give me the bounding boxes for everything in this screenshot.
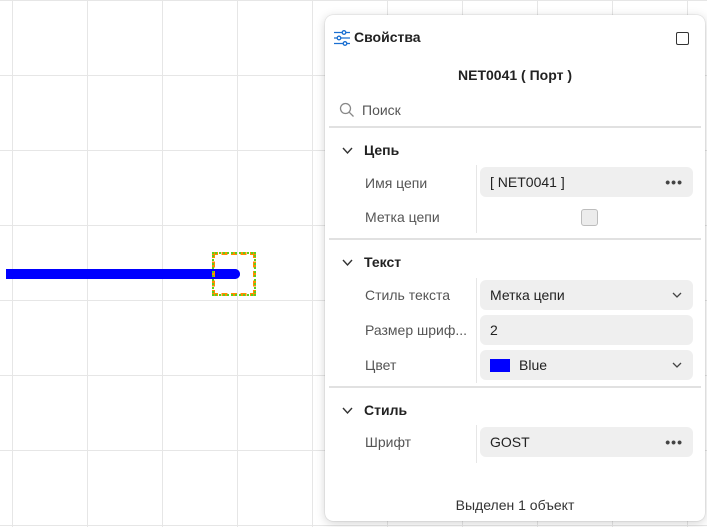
divider [329, 126, 701, 128]
selected-port[interactable] [212, 252, 256, 296]
chevron-down-icon [342, 407, 353, 414]
font-size-input[interactable]: 2 [480, 315, 693, 345]
maximize-icon[interactable] [676, 32, 689, 45]
panel-header: Свойства [325, 15, 705, 61]
text-style-label: Стиль текста [365, 287, 451, 303]
color-swatch [490, 358, 510, 372]
text-style-select[interactable]: Метка цепи [480, 280, 693, 310]
chevron-down-icon [342, 147, 353, 154]
section-net-title: Цепь [364, 142, 400, 158]
column-separator [476, 278, 477, 383]
section-net-header[interactable]: Цепь [341, 142, 399, 158]
chevron-down-icon [342, 259, 353, 266]
chevron-down-icon [672, 362, 682, 368]
net-name-field[interactable]: [ NET0041 ] ••• [480, 167, 693, 197]
font-field[interactable]: GOST ••• [480, 427, 693, 457]
search-icon [339, 102, 354, 117]
port-pin [230, 269, 240, 279]
color-label: Цвет [365, 357, 397, 373]
selection-status: Выделен 1 объект [455, 497, 575, 513]
selected-object-name: NET0041 ( Порт ) [458, 67, 572, 83]
section-style-header[interactable]: Стиль [341, 402, 407, 418]
chevron-down-icon [672, 292, 682, 298]
column-separator [476, 425, 477, 463]
font-label: Шрифт [365, 434, 412, 450]
sliders-icon [334, 30, 350, 46]
net-wire[interactable] [6, 269, 240, 279]
panel-title: Свойства [354, 29, 421, 45]
net-name-value: [ NET0041 ] [490, 174, 565, 190]
section-style-title: Стиль [364, 402, 408, 418]
search-bar[interactable] [339, 97, 689, 123]
section-text-title: Текст [364, 254, 402, 270]
font-value: GOST [490, 434, 530, 450]
more-icon[interactable]: ••• [665, 434, 683, 450]
divider [329, 238, 701, 240]
more-icon[interactable]: ••• [665, 174, 683, 190]
net-label-checkbox[interactable] [581, 209, 598, 226]
net-name-label: Имя цепи [365, 175, 428, 191]
font-size-value: 2 [490, 322, 498, 338]
search-input[interactable] [362, 102, 662, 118]
divider [329, 386, 701, 388]
color-value: Blue [519, 357, 548, 373]
text-style-value: Метка цепи [490, 287, 565, 303]
column-separator [476, 165, 477, 233]
section-text-header[interactable]: Текст [341, 254, 401, 270]
font-size-label: Размер шриф... [365, 322, 468, 338]
color-select[interactable]: Blue [480, 350, 693, 380]
properties-panel: Свойства NET0041 ( Порт ) Цепь Имя цепи … [325, 15, 705, 521]
net-label-label: Метка цепи [365, 209, 440, 225]
